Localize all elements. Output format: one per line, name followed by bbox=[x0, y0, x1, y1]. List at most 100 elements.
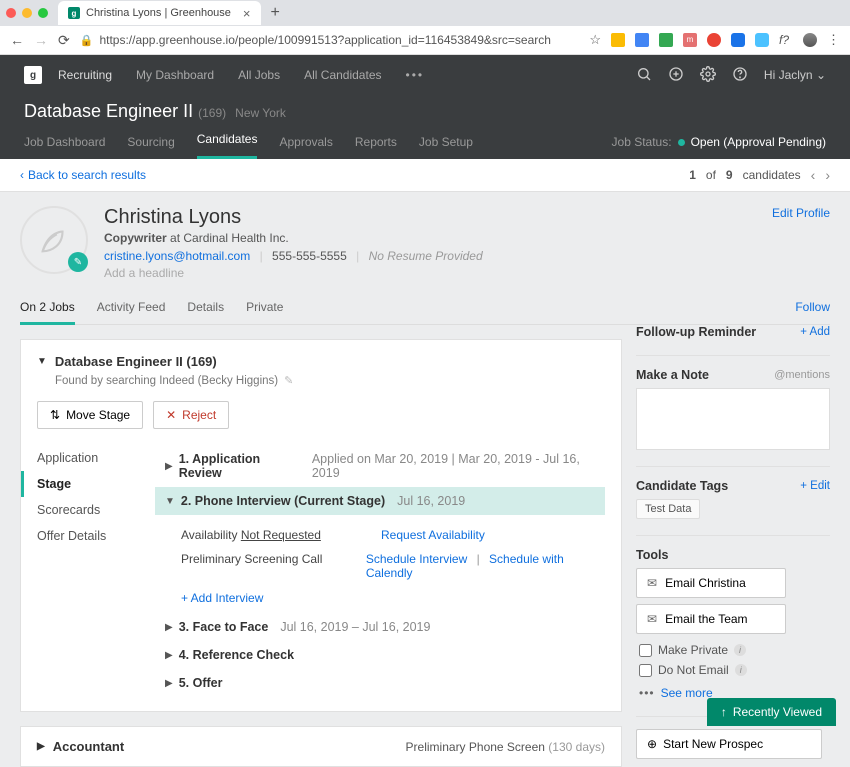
caret-right-icon: ▶ bbox=[165, 622, 173, 633]
see-more-link[interactable]: See more bbox=[661, 686, 713, 700]
availability-status[interactable]: Not Requested bbox=[241, 528, 321, 542]
browser-tab[interactable]: g Christina Lyons | Greenhouse × bbox=[58, 1, 261, 25]
search-icon[interactable] bbox=[636, 66, 652, 85]
email-team-button[interactable]: ✉ Email the Team bbox=[636, 604, 786, 634]
subnav-reports[interactable]: Reports bbox=[355, 135, 397, 159]
tab-private[interactable]: Private bbox=[246, 300, 283, 324]
do-not-email-checkbox[interactable] bbox=[639, 664, 652, 677]
ext-icon[interactable] bbox=[731, 33, 745, 47]
stage-reference-check[interactable]: ▶ 4. Reference Check bbox=[155, 641, 605, 669]
make-private-checkbox[interactable] bbox=[639, 644, 652, 657]
star-icon[interactable]: ☆ bbox=[589, 32, 601, 48]
caret-down-icon[interactable]: ▼ bbox=[37, 356, 47, 367]
stage-nav-scorecards[interactable]: Scorecards bbox=[37, 497, 155, 523]
subnav-job-setup[interactable]: Job Setup bbox=[419, 135, 473, 159]
subnav-approvals[interactable]: Approvals bbox=[279, 135, 332, 159]
leaf-icon bbox=[37, 223, 71, 257]
tab-activity-feed[interactable]: Activity Feed bbox=[97, 300, 166, 324]
candidate-email-link[interactable]: cristine.lyons@hotmail.com bbox=[104, 249, 250, 263]
stage-offer[interactable]: ▶ 5. Offer bbox=[155, 669, 605, 697]
start-new-prospect-button[interactable]: ⊕ Start New Prospec bbox=[636, 729, 822, 759]
schedule-interview-link[interactable]: Schedule Interview bbox=[366, 552, 467, 566]
new-tab-button[interactable]: + bbox=[271, 4, 280, 22]
help-icon[interactable] bbox=[732, 66, 748, 85]
email-candidate-button[interactable]: ✉ Email Christina bbox=[636, 568, 786, 598]
add-reminder-link[interactable]: + Add bbox=[800, 326, 830, 338]
nav-recruiting[interactable]: Recruiting bbox=[58, 68, 112, 82]
plus-circle-icon: ⊕ bbox=[647, 737, 657, 751]
envelope-icon: ✉ bbox=[647, 576, 657, 590]
edit-avatar-icon[interactable]: ✎ bbox=[68, 252, 88, 272]
request-availability-link[interactable]: Request Availability bbox=[381, 528, 485, 542]
stage-application-review[interactable]: ▶ 1. Application Review Applied on Mar 2… bbox=[155, 445, 605, 487]
reload-icon[interactable]: ⟳ bbox=[58, 32, 70, 49]
status-dot-icon bbox=[678, 139, 685, 146]
info-icon[interactable]: i bbox=[734, 644, 746, 656]
prev-candidate-icon[interactable]: ‹ bbox=[811, 167, 816, 183]
close-tab-icon[interactable]: × bbox=[243, 6, 251, 21]
job-card-title: Database Engineer II (169) bbox=[55, 354, 217, 369]
ext-icon[interactable] bbox=[755, 33, 769, 47]
ext-icon[interactable] bbox=[611, 33, 625, 47]
add-interview-link[interactable]: + Add Interview bbox=[181, 591, 595, 605]
url-text[interactable]: https://app.greenhouse.io/people/1009915… bbox=[99, 33, 550, 47]
gear-icon[interactable] bbox=[700, 66, 716, 85]
ext-icon[interactable] bbox=[659, 33, 673, 47]
back-icon[interactable]: ← bbox=[10, 32, 24, 48]
edit-profile-link[interactable]: Edit Profile bbox=[772, 206, 830, 220]
candidate-contact: cristine.lyons@hotmail.com | 555-555-555… bbox=[104, 249, 483, 263]
followup-reminder-heading: Follow-up Reminder bbox=[636, 325, 756, 339]
recently-viewed-button[interactable]: ↑ Recently Viewed bbox=[707, 698, 836, 726]
stage-nav-stage[interactable]: Stage bbox=[21, 471, 155, 497]
nav-more-icon[interactable]: ••• bbox=[406, 68, 425, 82]
user-avatar-icon[interactable] bbox=[803, 33, 817, 47]
candidate-title: Copywriter at Cardinal Health Inc. bbox=[104, 231, 483, 245]
more-icon: ••• bbox=[639, 686, 655, 700]
nav-my-dashboard[interactable]: My Dashboard bbox=[136, 68, 214, 82]
nav-all-candidates[interactable]: All Candidates bbox=[304, 68, 381, 82]
user-menu[interactable]: Hi Jaclyn ⌄ bbox=[764, 68, 826, 82]
stage-phone-interview[interactable]: ▼ 2. Phone Interview (Current Stage) Jul… bbox=[155, 487, 605, 515]
ext-icon[interactable] bbox=[707, 33, 721, 47]
move-stage-button[interactable]: ⇅ Move Stage bbox=[37, 401, 143, 429]
ext-icon[interactable]: m bbox=[683, 33, 697, 47]
chevron-down-icon: ⌄ bbox=[816, 68, 826, 82]
job-card-database-engineer: ▼ Database Engineer II (169) Found by se… bbox=[20, 339, 622, 712]
tag-chip[interactable]: Test Data bbox=[636, 499, 700, 519]
ext-icon[interactable]: f? bbox=[779, 33, 793, 47]
greenhouse-logo[interactable]: g bbox=[24, 66, 42, 84]
note-textarea[interactable] bbox=[636, 388, 830, 450]
nav-all-jobs[interactable]: All Jobs bbox=[238, 68, 280, 82]
window-close-icon[interactable] bbox=[6, 8, 16, 18]
lock-icon: 🔒 bbox=[80, 34, 94, 47]
stage-nav-offer[interactable]: Offer Details bbox=[37, 523, 155, 549]
subnav-job-dashboard[interactable]: Job Dashboard bbox=[24, 135, 105, 159]
avatar: ✎ bbox=[20, 206, 88, 274]
add-headline[interactable]: Add a headline bbox=[104, 266, 483, 280]
reject-icon: ✕ bbox=[166, 408, 176, 422]
caret-right-icon: ▶ bbox=[165, 678, 173, 689]
ext-icon[interactable] bbox=[635, 33, 649, 47]
back-to-search-link[interactable]: Back to search results bbox=[28, 168, 146, 182]
stage-face-to-face[interactable]: ▶ 3. Face to Face Jul 16, 2019 – Jul 16,… bbox=[155, 613, 605, 641]
extensions-area: m f? bbox=[611, 33, 817, 47]
reject-button[interactable]: ✕ Reject bbox=[153, 401, 229, 429]
stage-nav-application[interactable]: Application bbox=[37, 445, 155, 471]
follow-link[interactable]: Follow bbox=[795, 300, 830, 324]
forward-icon[interactable]: → bbox=[34, 32, 48, 48]
tab-on-jobs[interactable]: On 2 Jobs bbox=[20, 300, 75, 325]
tab-details[interactable]: Details bbox=[187, 300, 224, 324]
kebab-menu-icon[interactable]: ⋮ bbox=[827, 32, 840, 48]
info-icon[interactable]: i bbox=[735, 664, 747, 676]
page-title: Database Engineer II (169) New York bbox=[24, 101, 826, 122]
subnav-sourcing[interactable]: Sourcing bbox=[127, 135, 174, 159]
job-card-accountant[interactable]: ▶ Accountant Preliminary Phone Screen (1… bbox=[20, 726, 622, 767]
next-candidate-icon[interactable]: › bbox=[825, 167, 830, 183]
edit-tags-link[interactable]: + Edit bbox=[800, 480, 830, 492]
window-minimize-icon[interactable] bbox=[22, 8, 32, 18]
add-icon[interactable] bbox=[668, 66, 684, 85]
caret-right-icon: ▶ bbox=[37, 741, 45, 752]
subnav-candidates[interactable]: Candidates bbox=[197, 132, 258, 159]
window-maximize-icon[interactable] bbox=[38, 8, 48, 18]
pencil-icon[interactable]: ✎ bbox=[284, 374, 293, 387]
